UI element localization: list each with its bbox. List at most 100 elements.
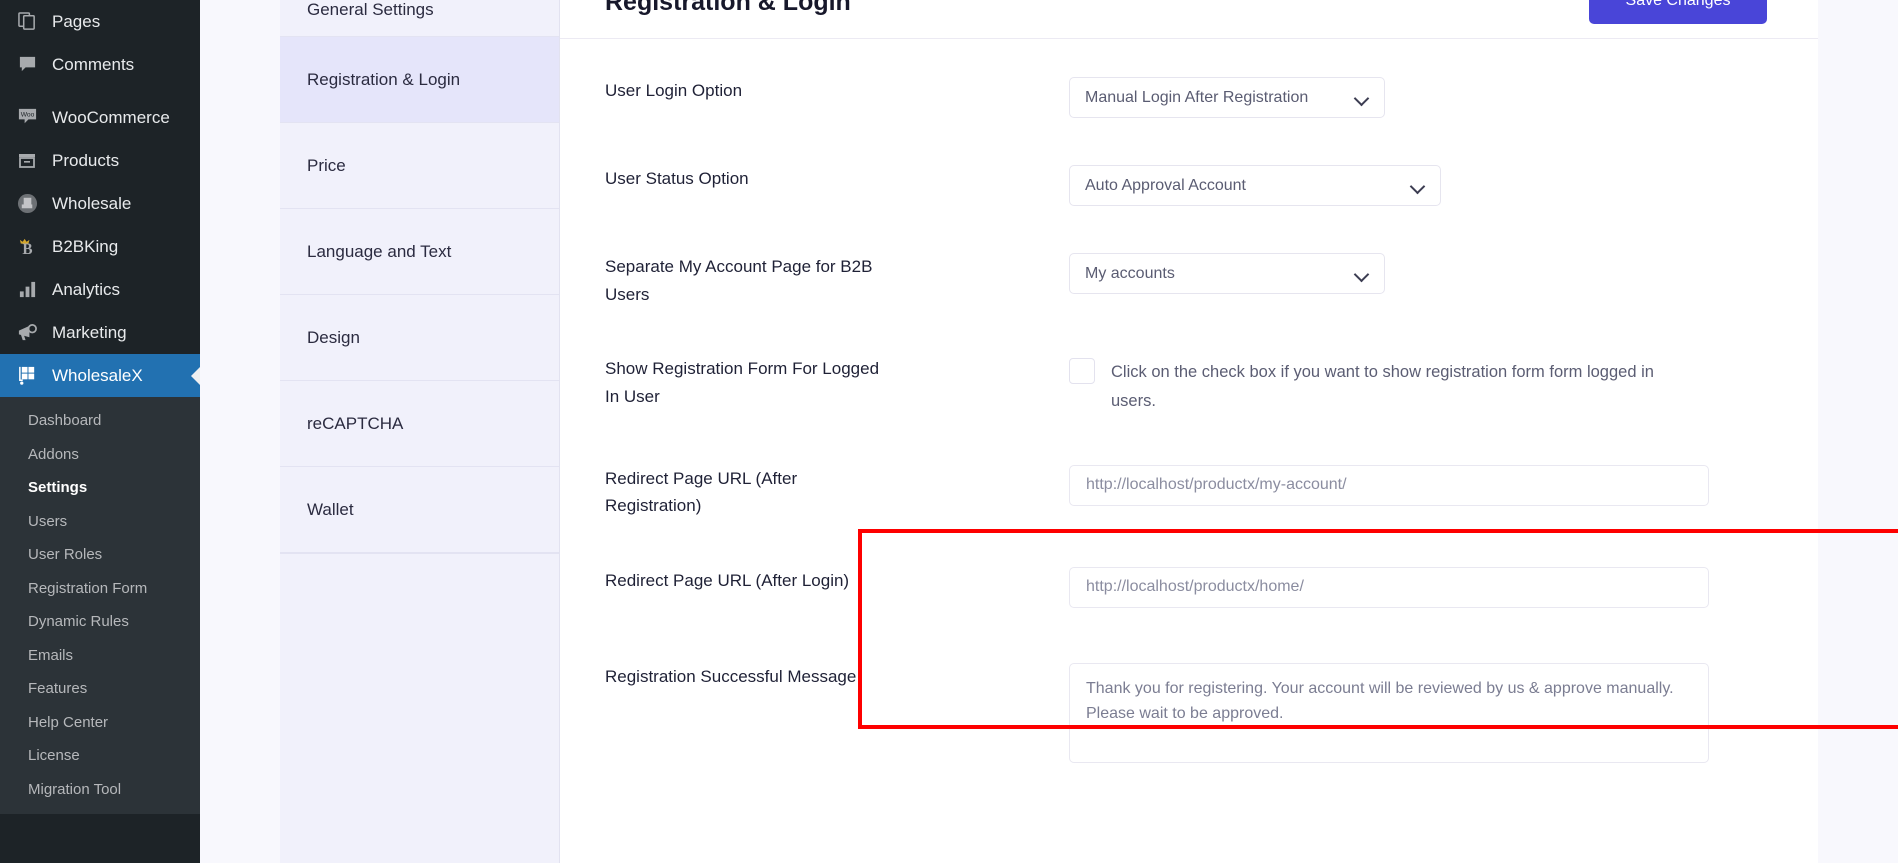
sidebar-subitem-users[interactable]: Users: [0, 505, 200, 539]
settings-nav-recaptcha[interactable]: reCAPTCHA: [280, 381, 559, 467]
sidebar-subitem-migration-tool[interactable]: Migration Tool: [0, 773, 200, 807]
separate-my-account-select[interactable]: My accounts: [1069, 253, 1385, 294]
subitem-label: Settings: [28, 479, 88, 496]
content-canvas: General Settings Registration & Login Pr…: [200, 0, 1898, 863]
wordpress-admin-sidebar: Pages Comments Woo WooCommerce Products …: [0, 0, 200, 863]
subitem-label: Features: [28, 680, 88, 697]
subitem-label: Registration Form: [28, 579, 148, 597]
sidebar-item-woocommerce[interactable]: Woo WooCommerce: [0, 96, 200, 139]
sidebar-subitem-addons[interactable]: Addons: [0, 438, 200, 472]
field-control: Auto Approval Account: [917, 165, 1818, 206]
field-label: Redirect Page URL (After Registration): [605, 468, 798, 516]
field-row-show-registration-form: Show Registration Form For Logged In Use…: [560, 355, 1818, 417]
subitem-label: Help Center: [28, 713, 109, 731]
subitem-label: Users: [28, 512, 68, 530]
sidebar-item-wholesalex[interactable]: WholesaleX: [0, 354, 200, 397]
sidebar-item-label: WholesaleX: [52, 365, 143, 385]
subitem-label: Emails: [28, 646, 74, 664]
settings-nav-bottom-divider: [280, 553, 559, 554]
sidebar-item-pages[interactable]: Pages: [0, 0, 200, 43]
field-row-redirect-after-login: Redirect Page URL (After Login) http://l…: [560, 566, 1818, 608]
chevron-down-icon: [1354, 90, 1370, 106]
field-label: User Status Option: [605, 169, 749, 188]
comments-icon: [14, 52, 40, 78]
sidebar-item-label: Wholesale: [52, 193, 132, 213]
field-row-redirect-after-registration: Redirect Page URL (After Registration) h…: [560, 464, 1818, 520]
sidebar-subitem-dynamic-rules[interactable]: Dynamic Rules: [0, 605, 200, 639]
select-value: Auto Approval Account: [1085, 176, 1246, 194]
field-row-separate-my-account: Separate My Account Page for B2B Users M…: [560, 253, 1818, 308]
wholesale-icon: [14, 191, 40, 217]
sidebar-item-comments[interactable]: Comments: [0, 43, 200, 86]
field-control: http://localhost/productx/home/: [917, 566, 1818, 608]
analytics-icon: [14, 277, 40, 303]
products-icon: [14, 148, 40, 174]
redirect-after-registration-input[interactable]: http://localhost/productx/my-account/: [1069, 464, 1709, 506]
field-control: My accounts: [917, 253, 1818, 294]
settings-nav-wallet[interactable]: Wallet: [280, 467, 559, 553]
settings-nav-language-and-text[interactable]: Language and Text: [280, 209, 559, 295]
nav-label: Design: [307, 327, 360, 347]
wholesalex-submenu: Dashboard Addons Settings Users User Rol…: [0, 397, 200, 814]
field-label: Redirect Page URL (After Login): [605, 570, 850, 590]
nav-label: Wallet: [307, 499, 354, 519]
sidebar-item-products[interactable]: Products: [0, 139, 200, 182]
field-label: Show Registration Form For Logged In Use…: [605, 359, 880, 406]
sidebar-subitem-help-center[interactable]: Help Center: [0, 706, 200, 740]
sidebar-item-label: Marketing: [52, 322, 127, 342]
field-control: http://localhost/productx/my-account/: [917, 464, 1818, 506]
settings-nav-general-settings[interactable]: General Settings: [280, 0, 559, 37]
field-row-user-status-option: User Status Option Auto Approval Account: [560, 165, 1818, 206]
marketing-icon: [14, 320, 40, 346]
field-control: Click on the check box if you want to sh…: [917, 355, 1818, 417]
registration-successful-message-textarea[interactable]: Thank you for registering. Your account …: [1069, 662, 1709, 763]
settings-form: User Login Option Manual Login After Reg…: [560, 77, 1818, 763]
settings-nav-price[interactable]: Price: [280, 123, 559, 209]
page-title: Registration & Login: [605, 0, 851, 16]
sidebar-item-b2bking[interactable]: B B2BKing: [0, 225, 200, 268]
subitem-label: Migration Tool: [28, 780, 122, 798]
sidebar-item-label: Comments: [52, 54, 135, 74]
input-value: http://localhost/productx/home/: [1086, 578, 1304, 596]
show-registration-form-checkbox-group: Click on the check box if you want to sh…: [1069, 355, 1818, 417]
nav-label: Price: [307, 155, 346, 175]
subitem-label: User Roles: [28, 546, 103, 563]
nav-label: reCAPTCHA: [307, 413, 404, 433]
sidebar-item-label: Analytics: [52, 279, 121, 299]
svg-text:Woo: Woo: [20, 112, 34, 119]
input-value: http://localhost/productx/my-account/: [1086, 476, 1347, 494]
subitem-label: License: [28, 747, 80, 764]
user-login-option-select[interactable]: Manual Login After Registration: [1069, 77, 1385, 118]
select-value: Manual Login After Registration: [1085, 88, 1309, 106]
sidebar-subitem-registration-form[interactable]: Registration Form: [0, 572, 200, 606]
nav-label: Language and Text: [307, 241, 452, 261]
settings-nav-registration-login[interactable]: Registration & Login: [280, 37, 559, 123]
settings-panel: Registration & Login Save Changes User L…: [560, 0, 1818, 863]
woocommerce-icon: Woo: [14, 105, 40, 131]
admin-page: Pages Comments Woo WooCommerce Products …: [0, 0, 1898, 863]
settings-nav-design[interactable]: Design: [280, 295, 559, 381]
field-label: Separate My Account Page for B2B Users: [605, 257, 873, 304]
panel-header: Registration & Login Save Changes: [560, 0, 1818, 39]
user-status-option-select[interactable]: Auto Approval Account: [1069, 165, 1441, 206]
sidebar-subitem-features[interactable]: Features: [0, 672, 200, 706]
sidebar-subitem-emails[interactable]: Emails: [0, 639, 200, 673]
sidebar-item-label: Products: [52, 150, 120, 170]
sidebar-item-wholesale[interactable]: Wholesale: [0, 182, 200, 225]
sidebar-item-marketing[interactable]: Marketing: [0, 311, 200, 354]
sidebar-subitem-dashboard[interactable]: Dashboard: [0, 404, 200, 438]
chevron-down-icon: [1410, 178, 1426, 194]
save-changes-button[interactable]: Save Changes: [1589, 0, 1767, 24]
sidebar-subitem-user-roles[interactable]: User Roles: [0, 538, 200, 572]
sidebar-subitem-settings[interactable]: Settings: [0, 471, 200, 505]
show-registration-form-checkbox[interactable]: [1069, 358, 1095, 385]
svg-text:B: B: [22, 241, 32, 257]
sidebar-item-label: WooCommerce: [52, 107, 170, 127]
nav-label: General Settings: [307, 0, 434, 19]
sidebar-item-analytics[interactable]: Analytics: [0, 268, 200, 311]
redirect-after-login-input[interactable]: http://localhost/productx/home/: [1069, 566, 1709, 608]
field-label: User Login Option: [605, 81, 743, 100]
sidebar-subitem-license[interactable]: License: [0, 739, 200, 773]
wholesalex-icon: [14, 363, 40, 389]
settings-navigation: General Settings Registration & Login Pr…: [280, 0, 560, 863]
